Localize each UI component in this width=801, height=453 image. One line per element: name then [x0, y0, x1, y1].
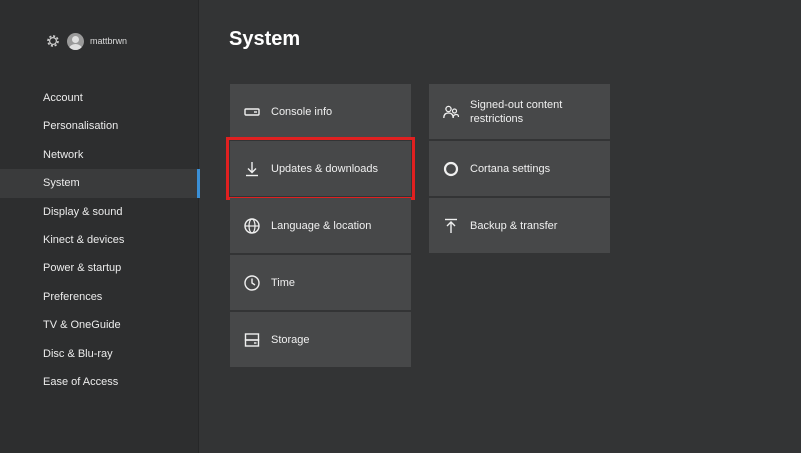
tile-label: Time [271, 276, 296, 289]
download-icon [243, 160, 261, 178]
page-title: System [229, 28, 301, 50]
sidebar-item-preferences[interactable]: Preferences [0, 283, 198, 311]
tile-console-info[interactable]: Console info [230, 84, 411, 139]
tile-label: Language & location [271, 219, 372, 232]
sidebar-item-kinect-devices[interactable]: Kinect & devices [0, 226, 198, 254]
tile-signed-out-content-restrictions[interactable]: Signed-out content restrictions [429, 84, 610, 139]
tile-time[interactable]: Time [230, 255, 411, 310]
globe-icon [243, 217, 261, 235]
settings-nav: Account Personalisation Network System D… [0, 84, 200, 396]
tile-backup-transfer[interactable]: Backup & transfer [429, 198, 610, 253]
tile-storage[interactable]: Storage [230, 312, 411, 367]
sidebar-item-network[interactable]: Network [0, 141, 198, 169]
clock-icon [243, 274, 261, 292]
sidebar-item-account[interactable]: Account [0, 84, 198, 112]
gear-icon[interactable] [44, 32, 62, 50]
upload-icon [442, 217, 460, 235]
sidebar-item-personalisation[interactable]: Personalisation [0, 112, 198, 140]
people-icon [442, 103, 460, 121]
sidebar-item-display-sound[interactable]: Display & sound [0, 198, 198, 226]
sidebar-item-system[interactable]: System [0, 169, 200, 198]
tile-label: Backup & transfer [470, 219, 558, 232]
profile-bar[interactable]: mattbrwn [44, 30, 127, 52]
tile-label: Signed-out content restrictions [470, 98, 563, 125]
sidebar-item-power-startup[interactable]: Power & startup [0, 254, 198, 282]
sidebar: mattbrwn Account Personalisation Network… [0, 0, 200, 453]
sidebar-item-tv-oneguide[interactable]: TV & OneGuide [0, 311, 198, 339]
storage-icon [243, 331, 261, 349]
tile-label: Updates & downloads [271, 162, 379, 175]
sidebar-item-ease-of-access[interactable]: Ease of Access [0, 368, 198, 396]
tile-label: Console info [271, 105, 333, 118]
tile-updates-downloads[interactable]: Updates & downloads [226, 137, 415, 200]
tile-label: Storage [271, 333, 310, 346]
tile-cortana-settings[interactable]: Cortana settings [429, 141, 610, 196]
cortana-circle-icon [442, 160, 460, 178]
console-icon [243, 103, 261, 121]
tile-language-location[interactable]: Language & location [230, 198, 411, 253]
username: mattbrwn [90, 36, 128, 46]
sidebar-item-disc-bluray[interactable]: Disc & Blu-ray [0, 340, 198, 368]
avatar[interactable] [67, 32, 84, 50]
tile-label: Cortana settings [470, 162, 551, 175]
